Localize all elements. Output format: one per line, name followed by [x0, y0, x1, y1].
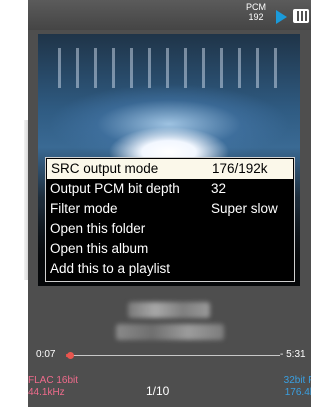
- output-format: 32bit PC 176.4kH: [262, 375, 311, 399]
- menu-item-label: Open this folder: [50, 221, 146, 236]
- player-screen: PCM 192 SRC output mode 176/192k Output …: [28, 0, 311, 407]
- remaining-time: - 5:31: [280, 349, 306, 360]
- elapsed-time: 0:07: [36, 349, 56, 360]
- track-position: 1/10: [146, 384, 170, 398]
- menu-item-src-output-mode[interactable]: SRC output mode 176/192k: [47, 159, 293, 179]
- menu-item-label: Open this album: [50, 241, 149, 256]
- left-margin: [0, 0, 28, 407]
- context-menu: SRC output mode 176/192k Output PCM bit …: [45, 157, 295, 282]
- source-format-line2: 44.1kHz: [28, 387, 65, 398]
- menu-item-output-pcm-bit-depth[interactable]: Output PCM bit depth 32: [46, 179, 294, 199]
- menu-item-label: Output PCM bit depth: [50, 181, 180, 196]
- battery-icon: [293, 9, 309, 23]
- seek-handle[interactable]: [67, 352, 75, 359]
- status-bar: PCM 192: [28, 0, 311, 30]
- menu-item-label: Add this to a playlist: [50, 261, 171, 276]
- menu-item-open-album[interactable]: Open this album: [46, 239, 294, 259]
- menu-item-label: SRC output mode: [51, 161, 159, 176]
- pcm-rate: 192: [248, 12, 264, 22]
- play-icon: [276, 10, 287, 24]
- output-format-line1: 32bit PC: [283, 375, 311, 386]
- menu-item-value: 32: [211, 181, 227, 196]
- pcm-indicator: PCM 192: [244, 2, 268, 22]
- menu-item-add-to-playlist[interactable]: Add this to a playlist: [46, 259, 294, 279]
- menu-item-label: Filter mode: [50, 201, 118, 216]
- output-format-line2: 176.4kH: [284, 387, 311, 398]
- menu-item-open-folder[interactable]: Open this folder: [46, 219, 294, 239]
- seek-bar[interactable]: [66, 352, 280, 359]
- menu-item-value: 176/192k: [212, 161, 268, 176]
- stage-lights: [58, 48, 280, 88]
- source-format-line1: FLAC 16bit: [28, 375, 79, 386]
- source-format: FLAC 16bit 44.1kHz: [28, 375, 78, 399]
- artist-name-blurred: [116, 324, 224, 340]
- menu-item-value: Super slow: [211, 201, 278, 216]
- pcm-label: PCM: [246, 2, 266, 12]
- menu-item-filter-mode[interactable]: Filter mode Super slow: [46, 199, 294, 219]
- track-title-blurred: [128, 302, 210, 318]
